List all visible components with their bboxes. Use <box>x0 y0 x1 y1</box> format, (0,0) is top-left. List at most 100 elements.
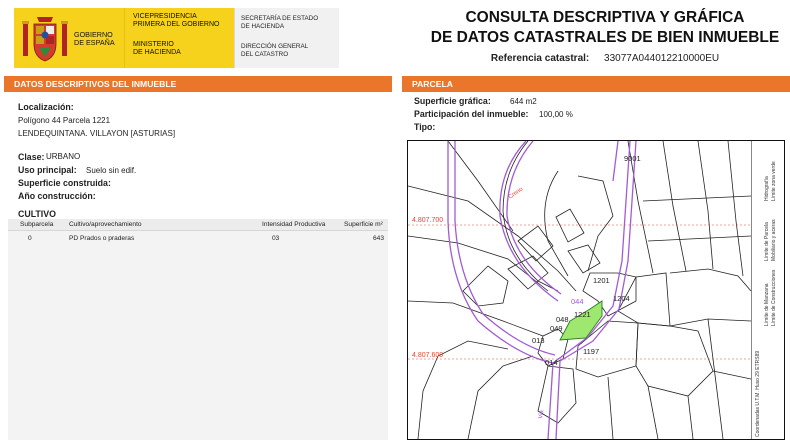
road-west-edge <box>454 141 556 356</box>
parcela-panel: Superficie gráfica: 644 m2 Participación… <box>402 92 790 440</box>
boundary-line <box>647 385 659 439</box>
parcel-label-049: 049 <box>550 324 563 333</box>
ministerio-line-1: MINISTERIO <box>133 41 174 48</box>
boundary-line <box>662 141 687 272</box>
road-loop-edge <box>506 141 562 295</box>
table-row: 0 PD Prados o praderas 03 643 <box>8 232 388 245</box>
localizacion-label: Localización: <box>18 102 74 112</box>
legend-item: Mobiliario y aceras <box>771 219 777 261</box>
parcel-label-013: 013 <box>532 336 545 345</box>
participacion-value: 100,00 % <box>539 110 573 119</box>
clase-label: Clase: <box>18 152 45 162</box>
header-superficie: Superficie m² <box>344 221 383 228</box>
road-label-via: Via <box>538 409 546 419</box>
cadastral-map[interactable]: 4.807.700 4.807.600 9001 1201 1204 1221 … <box>407 140 785 440</box>
superficie-grafica-label: Superficie gráfica: <box>414 96 491 106</box>
coat-of-arms-icon <box>22 17 68 62</box>
participacion-label: Participación del inmueble: <box>414 109 529 119</box>
parcel-label-014: 014 <box>545 358 558 367</box>
header-cultivo: Cultivo/aprovechamiento <box>69 221 142 228</box>
boundary-line <box>669 268 751 292</box>
parcel-label-9001: 9001 <box>624 154 641 163</box>
cell-subparcela: 0 <box>28 235 32 242</box>
government-logo-block: GOBIERNO DE ESPAÑA VICEPRESIDENCIA PRIME… <box>14 8 339 68</box>
anio-construccion-label: Año construcción: <box>18 191 96 201</box>
boundary-line <box>707 318 724 439</box>
direccion-line-1: DIRECCIÓN GENERAL <box>241 43 309 50</box>
cultivo-table: Subparcela Cultivo/aprovechamiento Inten… <box>8 219 388 440</box>
datos-descriptivos-panel: Localización: Polígono 44 Parcela 1221 L… <box>4 92 392 440</box>
legend-item: Límite de Parcela <box>764 222 770 261</box>
direccion-label: DIRECCIÓN GENERAL DEL CATASTRO <box>241 43 308 58</box>
cultivo-table-header: Subparcela Cultivo/aprovechamiento Inten… <box>8 219 388 231</box>
parcel-label-1201: 1201 <box>593 276 610 285</box>
secretaria-label: SECRETARÍA DE ESTADO DE HACIENDA <box>241 15 318 30</box>
gobierno-label: GOBIERNO DE ESPAÑA <box>74 30 115 48</box>
vicepresidencia-label: VICEPRESIDENCIA PRIMERA DEL GOBIERNO <box>133 13 219 30</box>
boundary-line <box>408 300 544 337</box>
parcel-label-1221: 1221 <box>574 310 591 319</box>
ministerio-line-2: DE HACIENDA <box>133 49 181 57</box>
superficie-grafica-value: 644 m2 <box>510 97 537 106</box>
uso-principal-value: Suelo sin edif. <box>86 166 137 175</box>
legend-item: Límite zona verde <box>771 161 777 201</box>
parcel-label-048: 048 <box>556 315 569 324</box>
road-loop <box>499 141 559 302</box>
boundary-line <box>408 185 577 292</box>
boundary-line <box>687 395 694 439</box>
boundary-line <box>502 141 559 292</box>
legend-item: Hidrografía <box>764 176 770 201</box>
referencia-catastral: Referencia catastral: 33077A044012210000… <box>420 53 790 64</box>
coord-label-top: 4.807.700 <box>412 217 443 224</box>
coord-label-bottom: 4.807.600 <box>412 352 443 359</box>
direccion-line-2: DEL CATASTRO <box>241 50 289 58</box>
road-stub <box>612 141 619 182</box>
header-subparcela: Subparcela <box>20 221 54 228</box>
uso-principal-label: Uso principal: <box>18 165 77 175</box>
boundary-line <box>544 170 569 277</box>
road-west <box>447 141 554 364</box>
parcel-boundaries <box>408 141 751 439</box>
parcel-polygon <box>555 208 585 243</box>
cell-intensidad: 03 <box>272 235 280 242</box>
secretaria-line-1: SECRETARÍA DE ESTADO <box>241 15 319 22</box>
vicepresidencia-line-1: VICEPRESIDENCIA <box>133 13 197 20</box>
superficie-construida-label: Superficie construida: <box>18 178 111 188</box>
document-header: GOBIERNO DE ESPAÑA VICEPRESIDENCIA PRIME… <box>0 0 790 72</box>
legend-item: Límite de Construcciones <box>771 269 777 326</box>
gobierno-line-2: DE ESPAÑA <box>74 38 115 48</box>
gobierno-de-espana-logo: GOBIERNO DE ESPAÑA <box>14 8 124 68</box>
parcel-polygon <box>567 244 601 274</box>
localizacion-line-2: LENDEQUINTANA. VILLAYON [ASTURIAS] <box>18 129 176 138</box>
boundary-line <box>467 355 534 439</box>
clase-value: URBANO <box>46 152 81 161</box>
parcel-label-044: 044 <box>571 297 584 306</box>
boundary-line <box>727 141 744 277</box>
ministry-block: VICEPRESIDENCIA PRIMERA DEL GOBIERNO MIN… <box>124 8 234 68</box>
boundary-line <box>647 235 751 242</box>
secretaria-block: SECRETARÍA DE ESTADO DE HACIENDA DIRECCI… <box>234 8 339 68</box>
parcel-polygon <box>507 255 549 290</box>
parcel-map-svg: 4.807.700 4.807.600 9001 1201 1204 1221 … <box>408 141 751 439</box>
title-line-2: DE DATOS CATASTRALES DE BIEN INMUEBLE <box>430 29 780 46</box>
tipo-label: Tipo: <box>414 122 436 132</box>
road-south <box>547 362 554 439</box>
cell-cultivo: PD Prados o praderas <box>69 235 135 242</box>
header-intensidad: Intensidad Productiva <box>262 221 326 228</box>
section-bar-parcela: PARCELA <box>402 76 790 92</box>
cell-superficie: 643 <box>373 235 385 242</box>
boundary-line <box>447 141 514 232</box>
vicepresidencia-line-2: PRIMERA DEL GOBIERNO <box>133 21 220 29</box>
section-bar-datos-descriptivos: DATOS DESCRIPTIVOS DEL INMUEBLE <box>4 76 392 92</box>
legend-item: Coordenadas U.T.M. Huso 29 ETRS89 <box>755 350 761 437</box>
map-legend: Coordenadas U.T.M. Huso 29 ETRS89 Límite… <box>751 141 784 439</box>
localizacion-line-1: Polígono 44 Parcela 1221 <box>18 116 111 125</box>
road-south-edge <box>555 360 561 439</box>
document-title: CONSULTA DESCRIPTIVA Y GRÁFICA DE DATOS … <box>420 8 790 48</box>
legend-item: Límite de Manzana <box>764 283 770 326</box>
parcel-label-1197: 1197 <box>583 347 599 356</box>
boundary-line <box>635 322 714 397</box>
boundary-line <box>697 141 714 270</box>
secretaria-line-2: DE HACIENDA <box>241 22 285 30</box>
referencia-value: 33077A044012210000EU <box>604 53 720 64</box>
